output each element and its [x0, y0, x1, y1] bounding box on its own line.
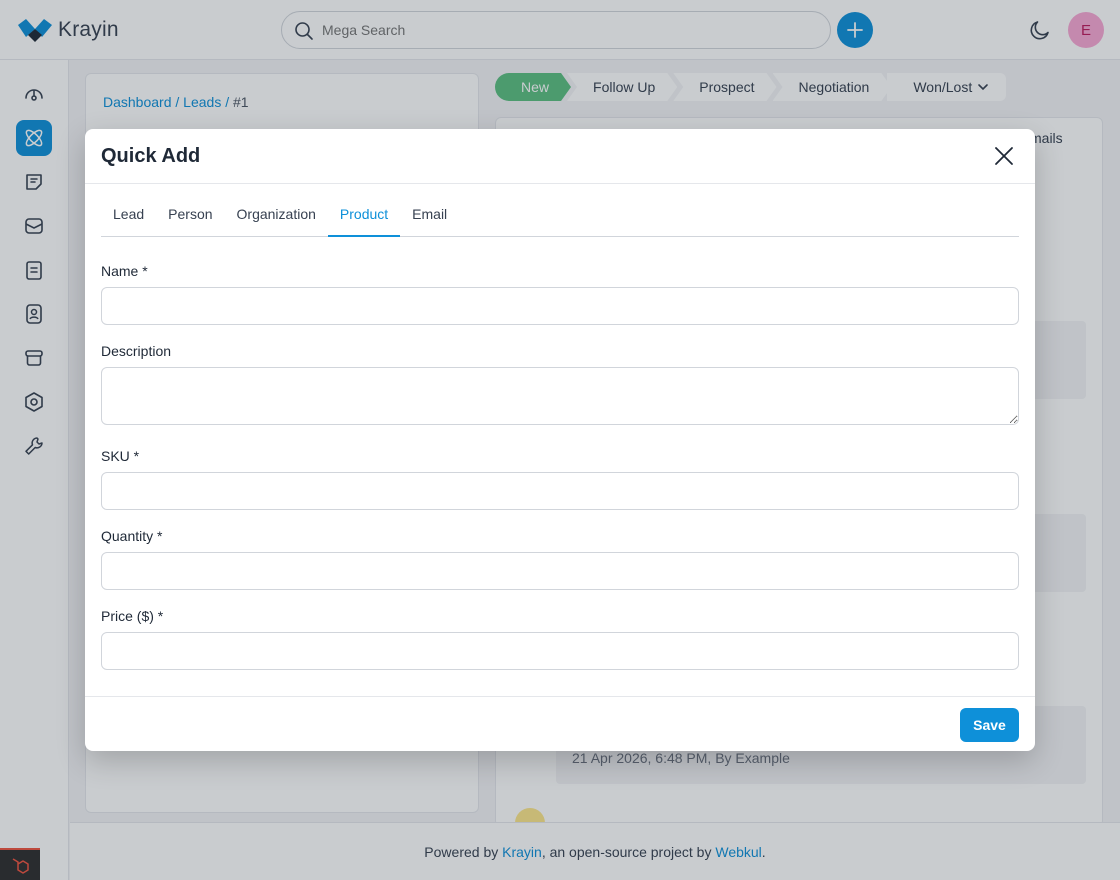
name-input[interactable] [101, 287, 1019, 325]
tab-product[interactable]: Product [327, 197, 401, 237]
name-label: Name * [101, 263, 148, 279]
quantity-label: Quantity * [101, 528, 163, 544]
tab-person[interactable]: Person [156, 197, 224, 237]
quick-add-tabs: Lead Person Organization Product Email [101, 197, 1019, 237]
sku-label: SKU * [101, 448, 140, 464]
description-textarea[interactable] [101, 367, 1019, 425]
modal-footer: Save [85, 696, 1035, 751]
modal-title: Quick Add [101, 145, 201, 167]
modal-header: Quick Add [85, 129, 1035, 184]
price-input[interactable] [101, 632, 1019, 670]
description-label: Description [101, 343, 172, 359]
sku-input[interactable] [101, 472, 1019, 510]
tab-organization[interactable]: Organization [225, 197, 328, 237]
price-label: Price ($) * [101, 608, 164, 624]
close-icon [995, 147, 1013, 165]
quantity-input[interactable] [101, 552, 1019, 590]
tab-lead[interactable]: Lead [101, 197, 156, 237]
save-button[interactable]: Save [960, 708, 1019, 742]
tab-email[interactable]: Email [400, 197, 459, 237]
quick-add-modal: Quick Add Lead Person Organization Produ… [85, 129, 1035, 751]
close-button[interactable] [991, 143, 1017, 169]
